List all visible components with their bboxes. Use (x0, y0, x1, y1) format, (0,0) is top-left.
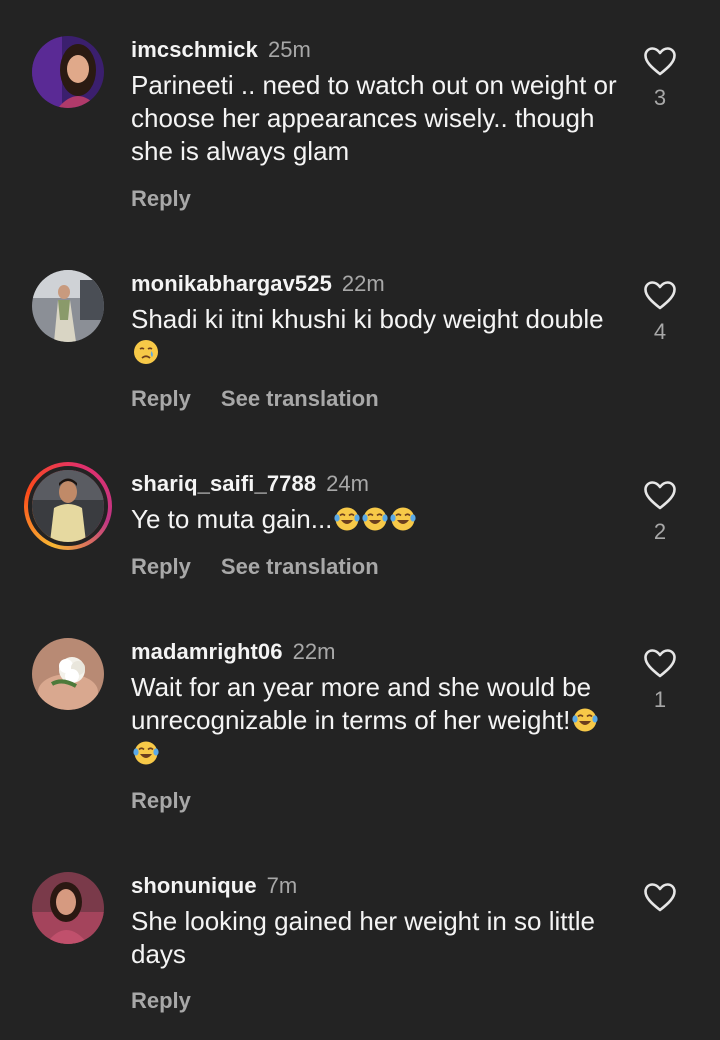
comment-actions: Reply (131, 988, 221, 1014)
comment-actions: Reply (131, 186, 221, 212)
comment-meta: monikabhargav525 22m (131, 271, 385, 297)
comment-body: Parineeti .. need to watch out on weight… (131, 70, 617, 166)
comment-text: Wait for an year more and she would be u… (131, 671, 621, 770)
comment-meta: imcschmick 25m (131, 37, 311, 63)
comment-text: Parineeti .. need to watch out on weight… (131, 69, 621, 168)
avatar-image (32, 872, 104, 944)
timestamp: 22m (292, 639, 336, 664)
tears-of-joy-emoji (362, 507, 389, 531)
comment-actions: Reply See translation (131, 386, 409, 412)
comment-text: Shadi ki itni khushi ki body weight doub… (131, 303, 621, 369)
username[interactable]: imcschmick (131, 37, 258, 62)
heart-outline-icon[interactable] (643, 648, 677, 679)
heart-outline-icon[interactable] (643, 882, 677, 913)
avatar[interactable] (32, 872, 104, 944)
avatar[interactable] (32, 270, 104, 342)
tears-of-joy-emoji (390, 507, 417, 531)
heart-outline-icon[interactable] (643, 280, 677, 311)
heart-outline-icon[interactable] (643, 46, 677, 77)
tears-of-joy-emoji (334, 507, 361, 531)
like-control: 4 (640, 280, 680, 345)
avatar-image (32, 36, 104, 108)
see-translation-button[interactable]: See translation (221, 554, 379, 579)
comment-body: Shadi ki itni khushi ki body weight doub… (131, 304, 604, 334)
see-translation-button[interactable]: See translation (221, 386, 379, 411)
avatar[interactable] (32, 638, 104, 710)
reply-button[interactable]: Reply (131, 386, 191, 411)
reply-button[interactable]: Reply (131, 788, 191, 813)
comment-meta: madamright06 22m (131, 639, 335, 665)
comment-body: Ye to muta gain... (131, 504, 333, 534)
comment-text: Ye to muta gain... (131, 503, 621, 536)
avatar[interactable] (32, 36, 104, 108)
crying-face-emoji (134, 340, 158, 364)
timestamp: 25m (267, 37, 311, 62)
comment-actions: Reply (131, 788, 221, 814)
reply-button[interactable]: Reply (131, 988, 191, 1013)
username[interactable]: shariq_saifi_7788 (131, 471, 316, 496)
comment-text: She looking gained her weight in so litt… (131, 905, 621, 971)
like-count: 2 (653, 519, 667, 544)
comment-meta: shariq_saifi_7788 24m (131, 471, 369, 497)
timestamp: 7m (266, 873, 298, 898)
like-count: 3 (653, 85, 667, 110)
timestamp: 22m (341, 271, 385, 296)
comment-body: Wait for an year more and she would be u… (131, 672, 592, 735)
comment-body: She looking gained her weight in so litt… (131, 906, 595, 969)
tears-of-joy-emoji (133, 741, 159, 765)
avatar-image (32, 638, 104, 710)
like-count: 4 (653, 319, 667, 344)
heart-outline-icon[interactable] (643, 480, 677, 511)
like-control: 2 (640, 480, 680, 545)
like-control: 1 (640, 648, 680, 713)
comment-meta: shonunique 7m (131, 873, 297, 899)
tears-of-joy-emoji (572, 708, 598, 732)
avatar-image (32, 470, 104, 542)
like-control (640, 882, 680, 913)
like-count: 1 (653, 687, 667, 712)
avatar-image (32, 270, 104, 342)
username[interactable]: madamright06 (131, 639, 283, 664)
avatar-with-story-ring[interactable] (24, 462, 112, 550)
username[interactable]: monikabhargav525 (131, 271, 332, 296)
reply-button[interactable]: Reply (131, 186, 191, 211)
timestamp: 24m (326, 471, 369, 496)
avatar (28, 466, 108, 546)
reply-button[interactable]: Reply (131, 554, 191, 579)
comments-list: imcschmick 25m Parineeti .. need to watch… (0, 0, 720, 1040)
username[interactable]: shonunique (131, 873, 257, 898)
comment-actions: Reply See translation (131, 554, 409, 580)
like-control: 3 (640, 46, 680, 111)
